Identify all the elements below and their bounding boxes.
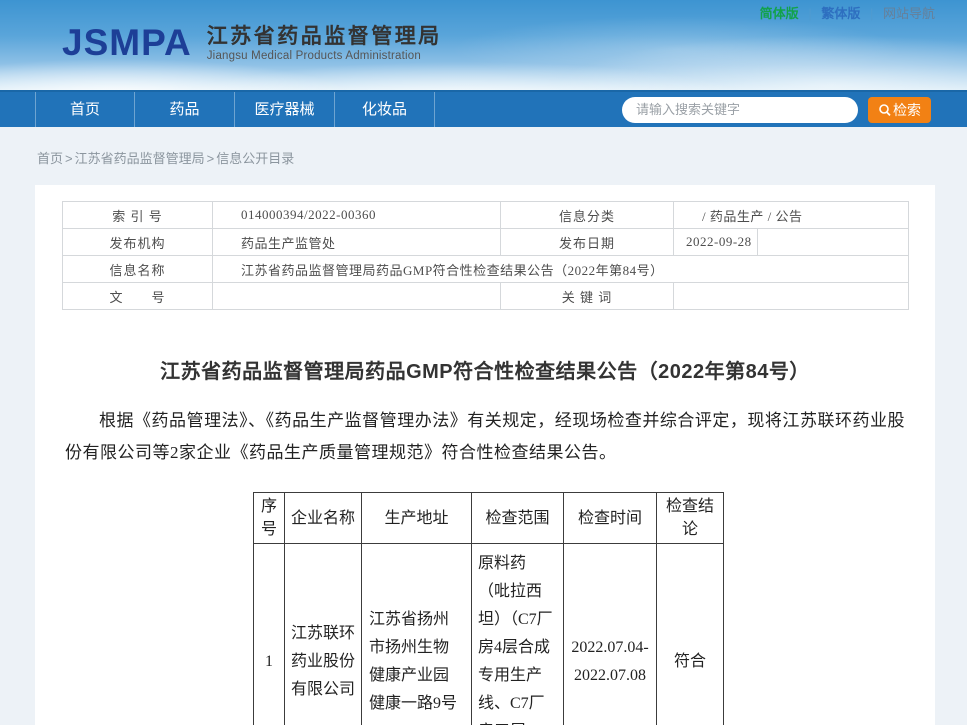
meta-index-value: 014000394/2022-00360 (213, 202, 501, 229)
meta-category-label: 信息分类 (501, 202, 674, 229)
meta-row-name: 信息名称 江苏省药品监督管理局药品GMP符合性检查结果公告（2022年第84号） (63, 256, 909, 283)
breadcrumb-home[interactable]: 首页 (37, 151, 63, 166)
meta-docnum-label: 文 号 (63, 283, 213, 310)
search-button-label: 检索 (893, 100, 921, 120)
agency-name-chinese: 江苏省药品监督管理局 (207, 25, 442, 49)
breadcrumb-separator: > (65, 151, 73, 166)
site-header-banner: 简体版 | 繁体版 | 网站导航 JSMPA 江苏省药品监督管理局 Jiangs… (0, 0, 967, 90)
breadcrumb-separator: > (207, 151, 215, 166)
header-company: 企业名称 (285, 493, 362, 544)
agency-name-english: Jiangsu Medical Products Administration (207, 50, 442, 62)
breadcrumb-agency[interactable]: 江苏省药品监督管理局 (75, 151, 205, 166)
topbar-links: 简体版 | 繁体版 | 网站导航 (760, 3, 935, 22)
page-title: 江苏省药品监督管理局药品GMP符合性检查结果公告（2022年第84号） (35, 355, 935, 384)
cell-seq: 1 (254, 544, 285, 725)
topbar-separator: | (870, 6, 873, 21)
announcement-paragraph: 根据《药品管理法》、《药品生产监督管理办法》有关规定，经现场检查并综合评定，现将… (35, 405, 935, 469)
meta-keyword-label: 关 键 词 (501, 283, 674, 310)
header-scope: 检查范围 (472, 493, 564, 544)
cell-scope: 原料药（吡拉西坦）（C7厂房4层合成专用生产线、C7厂房三层14号精烘包） (472, 544, 564, 725)
cell-time: 2022.07.04-2022.07.08 (564, 544, 657, 725)
main-navigation: 首页 药品 医疗器械 化妆品 检索 (0, 90, 967, 127)
topbar-separator: | (808, 6, 811, 21)
header-conclusion: 检查结论 (657, 493, 724, 544)
nav-item-home[interactable]: 首页 (35, 92, 135, 127)
meta-row-index: 索 引 号 014000394/2022-00360 信息分类 / 药品生产 /… (63, 202, 909, 229)
content-card: 索 引 号 014000394/2022-00360 信息分类 / 药品生产 /… (35, 185, 935, 725)
meta-empty-cell (758, 229, 909, 256)
logo-acronym: JSMPA (62, 23, 192, 63)
link-traditional-chinese[interactable]: 繁体版 (821, 6, 860, 21)
search-button[interactable]: 检索 (868, 97, 931, 123)
meta-date-value: 2022-09-28 (674, 229, 758, 256)
meta-date-label: 发布日期 (501, 229, 674, 256)
agency-logo[interactable]: JSMPA 江苏省药品监督管理局 Jiangsu Medical Product… (62, 23, 442, 63)
meta-agency-label: 发布机构 (63, 229, 213, 256)
search-input[interactable] (622, 97, 858, 123)
inspection-results-table: 序号 企业名称 生产地址 检查范围 检查时间 检查结论 1 江苏联环药业股份有限… (253, 492, 724, 725)
meta-index-label: 索 引 号 (63, 202, 213, 229)
meta-name-label: 信息名称 (63, 256, 213, 283)
meta-row-docnum: 文 号 关 键 词 (63, 283, 909, 310)
cell-conclusion: 符合 (657, 544, 724, 725)
meta-name-value: 江苏省药品监督管理局药品GMP符合性检查结果公告（2022年第84号） (213, 256, 909, 283)
meta-category-value: / 药品生产 / 公告 (674, 202, 909, 229)
search-icon (878, 103, 892, 117)
header-time: 检查时间 (564, 493, 657, 544)
header-address: 生产地址 (362, 493, 472, 544)
nav-item-cosmetics[interactable]: 化妆品 (335, 92, 435, 127)
meta-keyword-value (674, 283, 909, 310)
breadcrumb-info-directory: 信息公开目录 (216, 151, 294, 166)
search-area: 检索 (622, 96, 931, 123)
document-metadata-table: 索 引 号 014000394/2022-00360 信息分类 / 药品生产 /… (62, 201, 909, 310)
meta-row-agency: 发布机构 药品生产监管处 发布日期 2022-09-28 (63, 229, 909, 256)
link-site-navigation[interactable]: 网站导航 (883, 6, 935, 21)
results-header-row: 序号 企业名称 生产地址 检查范围 检查时间 检查结论 (254, 493, 724, 544)
nav-item-medical-devices[interactable]: 医疗器械 (235, 92, 335, 127)
meta-agency-value: 药品生产监管处 (213, 229, 501, 256)
cell-company: 江苏联环药业股份有限公司 (285, 544, 362, 725)
header-seq: 序号 (254, 493, 285, 544)
link-simplified-chinese[interactable]: 简体版 (760, 6, 799, 21)
logo-text: 江苏省药品监督管理局 Jiangsu Medical Products Admi… (207, 23, 442, 62)
breadcrumb: 首页>江苏省药品监督管理局>信息公开目录 (0, 127, 967, 185)
cell-address: 江苏省扬州市扬州生物健康产业园健康一路9号 (362, 544, 472, 725)
table-row: 1 江苏联环药业股份有限公司 江苏省扬州市扬州生物健康产业园健康一路9号 原料药… (254, 544, 724, 725)
nav-item-drugs[interactable]: 药品 (135, 92, 235, 127)
meta-docnum-value (213, 283, 501, 310)
